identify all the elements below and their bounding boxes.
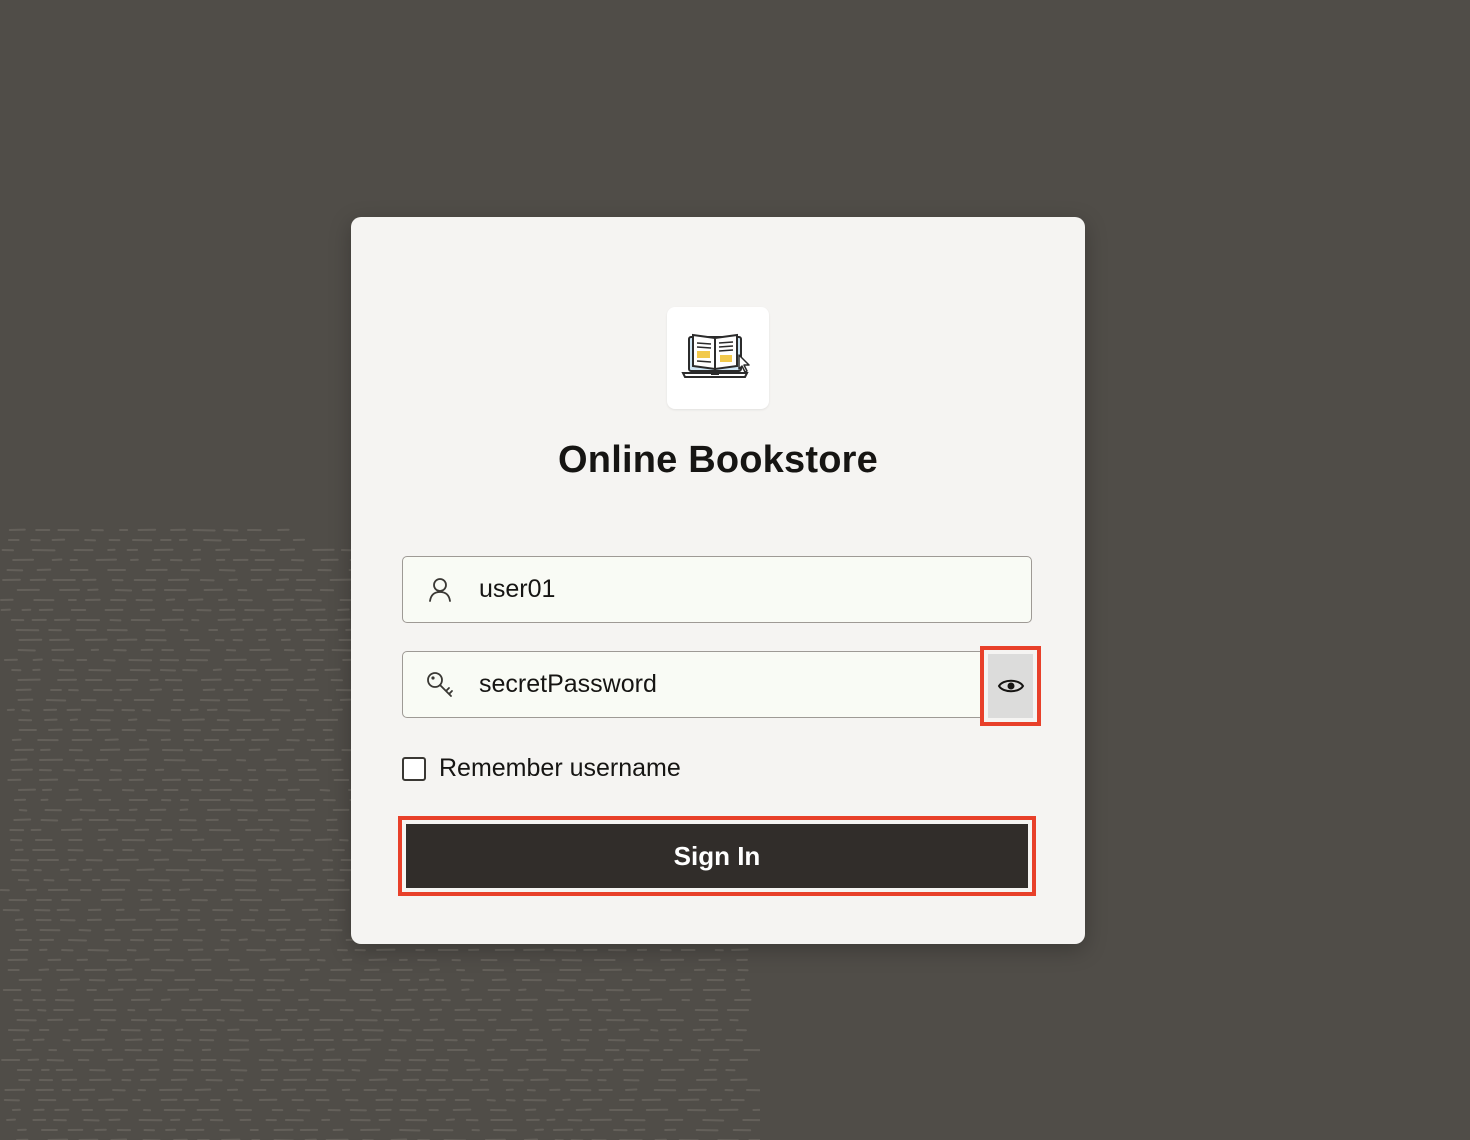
username-field[interactable]: [402, 556, 1032, 623]
sign-in-highlight: Sign In: [398, 816, 1036, 896]
login-card: Online Bookstore Remember username Sign …: [351, 217, 1085, 944]
show-password-button[interactable]: [980, 646, 1041, 726]
app-logo: [667, 307, 769, 409]
username-input[interactable]: [479, 557, 959, 622]
password-field[interactable]: [402, 651, 1032, 718]
remember-username[interactable]: Remember username: [402, 754, 681, 783]
sign-in-button[interactable]: Sign In: [406, 824, 1028, 888]
remember-username-checkbox[interactable]: [402, 756, 426, 781]
show-password-button-surface[interactable]: [988, 654, 1033, 718]
remember-username-label: Remember username: [439, 754, 681, 782]
app-title: Online Bookstore: [558, 439, 878, 481]
user-icon: [429, 578, 451, 602]
eye-icon: [997, 679, 1024, 693]
password-input[interactable]: [479, 652, 959, 717]
book-laptop-icon: [681, 333, 750, 378]
key-icon: [427, 672, 453, 697]
